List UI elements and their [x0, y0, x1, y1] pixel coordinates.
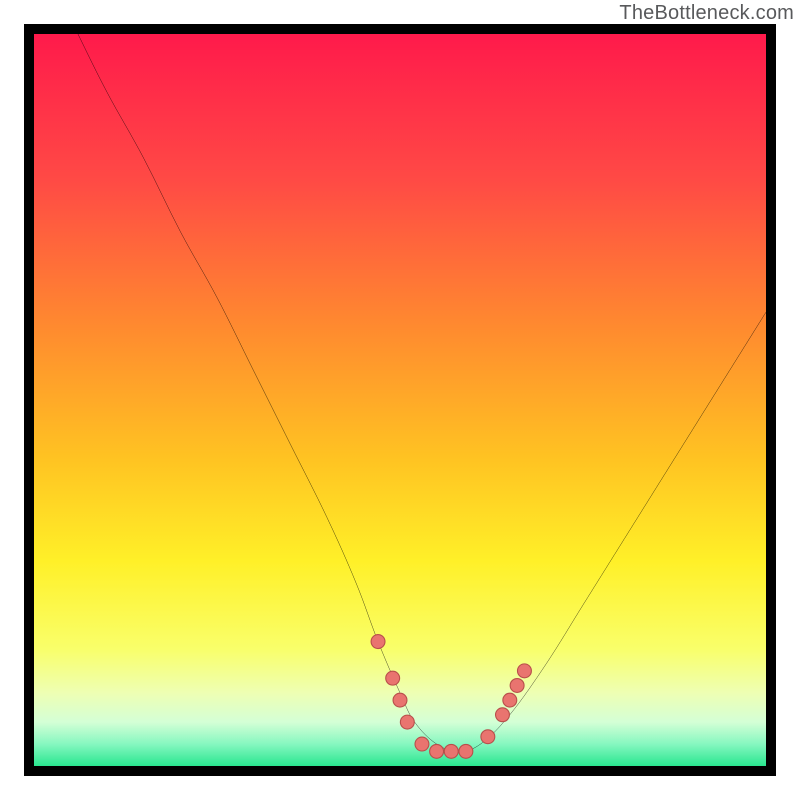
watermark-text: TheBottleneck.com	[619, 2, 794, 25]
background-gradient	[34, 34, 766, 766]
chart-stage: TheBottleneck.com	[0, 0, 800, 800]
plot-frame	[24, 24, 776, 776]
